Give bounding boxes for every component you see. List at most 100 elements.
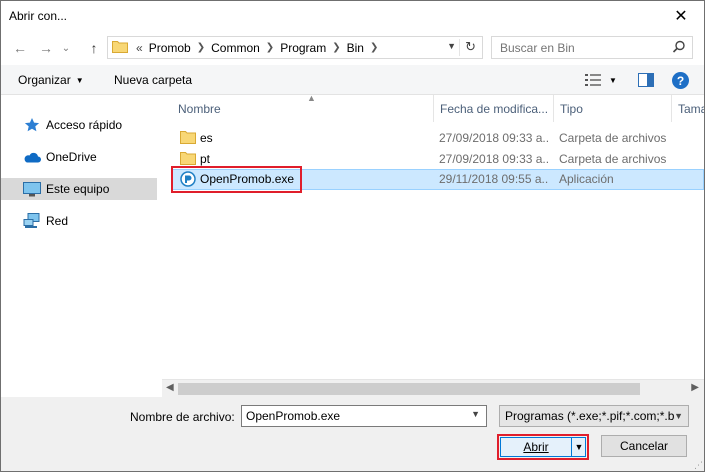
preview-pane-icon[interactable] <box>638 73 654 90</box>
column-header-label: Tama <box>678 101 704 116</box>
column-header-label: Fecha de modifica... <box>440 101 549 116</box>
file-list: ▲ Nombre Fecha de modifica... Tipo Tama … <box>162 95 704 379</box>
resize-grip-icon[interactable]: ⋰ <box>694 460 703 471</box>
organize-button[interactable]: Organizar ▼ <box>18 73 84 87</box>
sidebar-item-label: Red <box>46 214 69 228</box>
sidebar-item-label: Acceso rápido <box>46 118 123 132</box>
sort-ascending-icon: ▲ <box>307 95 316 103</box>
details-view-icon[interactable] <box>585 74 601 89</box>
forward-button[interactable]: → <box>35 37 57 59</box>
column-header-name[interactable]: ▲ Nombre <box>172 95 434 122</box>
open-with-dialog: Abrir con... ✕ ← → ⌄ ↑ « Promob ❯ Common <box>0 0 705 472</box>
help-icon[interactable]: ? <box>672 72 689 89</box>
breadcrumb-overflow[interactable]: « <box>136 41 143 55</box>
file-type: Carpeta de archivos <box>559 152 667 166</box>
navigation-pane: Acceso rápido OneDrive Este equipo Red <box>1 95 159 397</box>
column-header-label: Nombre <box>178 101 221 116</box>
open-split-button: Abrir ▼ <box>500 437 586 457</box>
recent-locations-button[interactable]: ⌄ <box>59 37 73 59</box>
sidebar-item-quick-access[interactable]: Acceso rápido <box>1 114 157 136</box>
address-bar[interactable]: « Promob ❯ Common ❯ Program ❯ Bin ❯ ▼ ↻ <box>107 36 483 59</box>
scroll-right-icon[interactable]: ▶ <box>691 382 699 393</box>
search-icon[interactable] <box>672 40 686 57</box>
file-type-filter[interactable]: Programas (*.exe;*.pif;*.com;*.bat;*.cmd… <box>499 405 689 427</box>
chevron-down-icon: ⌄ <box>61 42 71 54</box>
close-button[interactable]: ✕ <box>658 1 704 31</box>
sidebar-item-this-pc[interactable]: Este equipo <box>1 178 157 200</box>
arrow-up-icon: ↑ <box>90 40 98 56</box>
computer-icon <box>23 181 41 197</box>
column-header-type[interactable]: Tipo <box>554 95 672 122</box>
chevron-right-icon[interactable]: ❯ <box>370 42 378 53</box>
folder-icon <box>180 151 196 168</box>
command-toolbar: Organizar ▼ Nueva carpeta ▼ ? <box>1 65 704 95</box>
chevron-down-icon: ▼ <box>674 411 683 421</box>
refresh-icon[interactable]: ↻ <box>465 39 476 55</box>
navigation-bar: ← → ⌄ ↑ « Promob ❯ Common ❯ Program ❯ Bi… <box>1 31 704 65</box>
filename-input[interactable] <box>242 406 466 426</box>
folder-icon <box>112 40 128 56</box>
title-bar: Abrir con... ✕ <box>1 1 704 31</box>
open-options-button[interactable]: ▼ <box>573 439 585 455</box>
window-title: Abrir con... <box>9 9 68 23</box>
view-options-chevron-icon[interactable]: ▼ <box>609 76 617 85</box>
cancel-button-label: Cancelar <box>619 439 669 453</box>
up-button[interactable]: ↑ <box>83 37 105 59</box>
back-button[interactable]: ← <box>9 37 31 59</box>
sidebar-item-network[interactable]: Red <box>1 210 157 232</box>
organize-label: Organizar <box>18 73 71 87</box>
filename-combobox: ▼ <box>241 405 487 427</box>
close-icon: ✕ <box>674 8 688 25</box>
cancel-button[interactable]: Cancelar <box>601 435 687 457</box>
breadcrumb: Promob ❯ Common ❯ Program ❯ Bin ❯ <box>149 41 385 55</box>
breadcrumb-item-common[interactable]: Common <box>211 41 260 55</box>
annotation-highlight-open-button: Abrir ▼ <box>497 434 589 460</box>
sidebar-item-onedrive[interactable]: OneDrive <box>1 146 157 168</box>
scrollbar-thumb[interactable] <box>178 383 640 395</box>
network-icon <box>23 213 41 229</box>
address-divider <box>459 39 460 56</box>
column-header-date[interactable]: Fecha de modifica... <box>434 95 554 122</box>
arrow-left-icon: ← <box>13 40 27 56</box>
chevron-right-icon[interactable]: ❯ <box>266 42 274 53</box>
star-icon <box>23 117 41 133</box>
file-type: Carpeta de archivos <box>559 131 667 145</box>
chevron-right-icon[interactable]: ❯ <box>197 42 205 53</box>
file-type: Aplicación <box>559 172 614 186</box>
search-input[interactable] <box>492 37 668 58</box>
open-button-label: Abrir <box>523 440 549 454</box>
caret-down-icon: ▼ <box>75 76 84 85</box>
new-folder-button[interactable]: Nueva carpeta <box>114 73 192 87</box>
address-history-chevron-icon[interactable]: ▼ <box>447 41 456 51</box>
cloud-icon <box>23 149 41 165</box>
file-row-pt[interactable]: pt 27/09/2018 09:33 a... Carpeta de arch… <box>172 149 704 170</box>
file-name: OpenPromob.exe <box>200 172 295 186</box>
chevron-down-icon[interactable]: ▼ <box>471 409 480 419</box>
open-button[interactable]: Abrir <box>501 438 571 456</box>
search-box <box>491 36 693 59</box>
sidebar-item-label: OneDrive <box>46 150 97 164</box>
breadcrumb-item-program[interactable]: Program <box>280 41 326 55</box>
file-name: pt <box>200 152 211 166</box>
column-header-label: Tipo <box>560 101 583 116</box>
file-row-openpromob[interactable]: OpenPromob.exe 29/11/2018 09:55 a... Apl… <box>172 169 704 190</box>
chevron-right-icon[interactable]: ❯ <box>332 42 340 53</box>
new-folder-label: Nueva carpeta <box>114 73 193 87</box>
file-row-es[interactable]: es 27/09/2018 09:33 a... Carpeta de arch… <box>172 128 704 149</box>
breadcrumb-item-promob[interactable]: Promob <box>149 41 191 55</box>
file-date: 29/11/2018 09:55 a... <box>439 172 549 186</box>
file-name: es <box>200 131 213 145</box>
horizontal-scrollbar[interactable]: ◀ ▶ <box>162 379 704 397</box>
caret-down-icon: ▼ <box>574 442 584 452</box>
split-divider <box>571 438 572 456</box>
column-header-size[interactable]: Tama <box>672 95 704 122</box>
file-date: 27/09/2018 09:33 a... <box>439 152 549 166</box>
folder-icon <box>180 130 196 147</box>
file-name-panel: Nombre de archivo: ▼ Programas (*.exe;*.… <box>1 397 704 471</box>
scroll-left-icon[interactable]: ◀ <box>166 382 174 393</box>
app-icon <box>180 171 196 190</box>
sidebar-item-label: Este equipo <box>46 182 110 196</box>
file-type-filter-value: Programas (*.exe;*.pif;*.com;*.bat;*.cmd… <box>505 409 675 423</box>
breadcrumb-item-bin[interactable]: Bin <box>347 41 364 55</box>
filename-label: Nombre de archivo: <box>130 410 235 424</box>
